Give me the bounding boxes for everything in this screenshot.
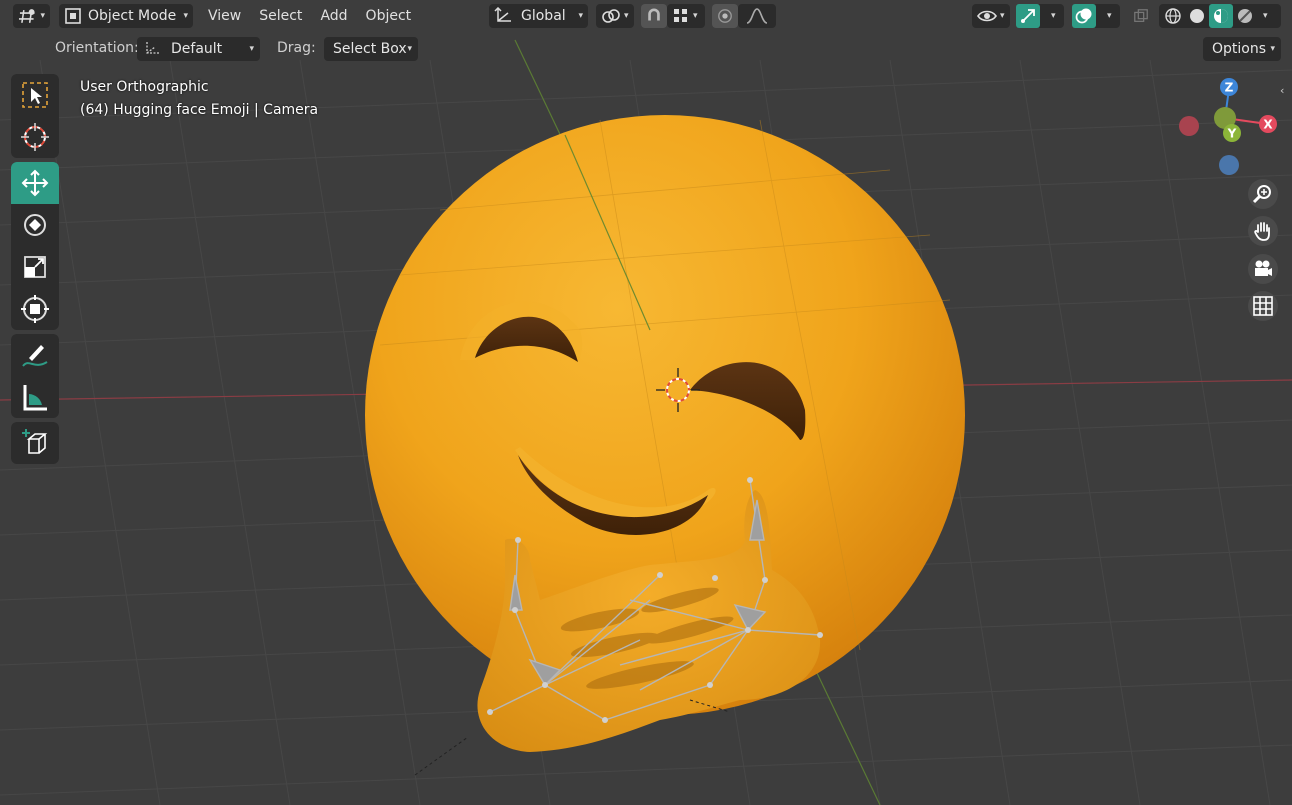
transform-tool[interactable] <box>11 288 59 330</box>
menu-select[interactable]: Select <box>250 4 311 28</box>
overlays-icon[interactable] <box>1072 4 1096 28</box>
measure-icon <box>23 385 47 411</box>
object-info: (64) Hugging face Emoji | Camera <box>80 102 319 118</box>
neg-z-axis-handle <box>1219 155 1239 175</box>
annotate-icon <box>22 345 48 367</box>
menu-add[interactable]: Add <box>311 4 356 28</box>
editor-type-icon <box>18 9 35 23</box>
scale-icon <box>24 256 46 278</box>
chevron-down-icon[interactable]: ▾ <box>1263 11 1268 21</box>
view-name: User Orthographic <box>80 79 209 95</box>
mode-selector[interactable]: Object Mode ▾ <box>59 4 193 28</box>
scale-tool[interactable] <box>11 246 59 288</box>
hand-icon <box>1254 222 1270 241</box>
move-tool[interactable] <box>11 162 59 204</box>
navigation-gizmo[interactable]: Z Y X <box>1170 75 1285 180</box>
shading-mode-group: ▾ <box>1159 4 1281 28</box>
snap-toggle[interactable] <box>641 4 667 28</box>
transform-orientation-dropdown[interactable]: Global ▾ <box>489 4 588 28</box>
solid-shading-icon[interactable] <box>1185 4 1209 28</box>
annotate-tool[interactable] <box>11 334 59 376</box>
chevron-down-icon: ▾ <box>693 11 698 21</box>
menu-object[interactable]: Object <box>357 4 421 28</box>
chevron-down-icon: ▾ <box>1270 44 1275 54</box>
select-box-tool[interactable] <box>11 74 59 116</box>
orientation-label: Orientation: <box>55 40 139 56</box>
grid-icon <box>1253 296 1273 316</box>
chevron-down-icon: ▾ <box>407 44 412 54</box>
magnet-icon <box>648 8 660 21</box>
snap-grid-icon <box>674 9 687 22</box>
orientation-axes-icon <box>146 42 159 54</box>
neg-x-axis-handle <box>1179 116 1199 136</box>
rotate-icon <box>24 214 46 236</box>
camera-icon <box>1255 260 1272 276</box>
pivot-point-dropdown[interactable]: ▾ <box>596 4 634 28</box>
editor-type-button[interactable]: ▾ <box>13 4 50 28</box>
drag-label: Drag: <box>277 40 316 56</box>
object-mode-icon <box>65 8 81 24</box>
xray-toggle[interactable] <box>1128 4 1154 28</box>
camera-view-button[interactable] <box>1248 254 1278 284</box>
mode-label: Object Mode <box>88 8 177 24</box>
chevron-down-icon[interactable]: ▾ <box>1107 11 1112 21</box>
chevron-down-icon[interactable]: ▾ <box>1051 11 1056 21</box>
cursor-tool[interactable] <box>11 116 59 158</box>
options-dropdown[interactable]: Options ▾ <box>1203 37 1281 61</box>
pivot-link-icon <box>602 9 620 23</box>
falloff-curve-icon <box>746 8 768 24</box>
chevron-down-icon: ▾ <box>249 44 254 54</box>
rotate-tool[interactable] <box>11 204 59 246</box>
menu-view[interactable]: View <box>199 4 250 28</box>
select-box-icon <box>22 82 48 108</box>
add-cube-icon <box>22 429 48 454</box>
z-axis-label: Z <box>1225 81 1234 95</box>
y-axis-label: Y <box>1227 127 1237 141</box>
measure-tool[interactable] <box>11 376 59 418</box>
drag-value: Select Box <box>333 41 407 57</box>
orientation-label: Global <box>521 8 566 24</box>
xray-icon <box>1134 9 1148 22</box>
x-axis-label: X <box>1263 118 1273 132</box>
material-preview-shading-icon[interactable] <box>1209 4 1233 28</box>
chevron-down-icon: ▾ <box>624 11 629 21</box>
proportional-editing-icon <box>718 9 732 23</box>
rendered-shading-icon[interactable] <box>1233 4 1257 28</box>
options-label: Options <box>1212 41 1267 57</box>
viewport-info: User Orthographic (64) Hugging face Emoj… <box>80 76 318 122</box>
chevron-down-icon: ▾ <box>578 11 583 21</box>
cursor-icon <box>21 123 49 151</box>
chevron-down-icon: ▾ <box>40 11 45 21</box>
toolbar <box>11 74 59 468</box>
gizmo-toggle-group: ▾ <box>1016 4 1064 28</box>
snap-target-dropdown[interactable]: ▾ <box>667 4 705 28</box>
orientation-dropdown[interactable]: Default ▾ <box>137 37 260 61</box>
object-visibility-dropdown[interactable]: ▾ <box>972 4 1010 28</box>
falloff-dropdown[interactable] <box>738 4 776 28</box>
ortho-toggle-button[interactable] <box>1248 291 1278 321</box>
chevron-down-icon: ▾ <box>183 11 188 21</box>
viewport-header: ▾ Object Mode ▾ View Select Add Object G… <box>0 0 1292 32</box>
proportional-editing-toggle[interactable] <box>712 4 738 28</box>
wireframe-shading-icon[interactable] <box>1161 4 1185 28</box>
orientation-value: Default <box>171 41 223 57</box>
chevron-down-icon: ▾ <box>1000 11 1005 21</box>
eye-icon <box>977 10 997 22</box>
transform-icon <box>21 295 49 323</box>
drag-dropdown[interactable]: Select Box ▾ <box>324 37 418 61</box>
add-cube-tool[interactable] <box>11 422 59 464</box>
tool-settings-bar: Orientation: Default ▾ Drag: Select Box … <box>0 36 1292 62</box>
zoom-button[interactable] <box>1248 179 1278 209</box>
gizmo-icon[interactable] <box>1016 4 1040 28</box>
move-icon <box>21 169 49 197</box>
orientation-axes-icon <box>494 7 511 22</box>
pan-button[interactable] <box>1248 216 1278 246</box>
zoom-icon <box>1252 185 1271 204</box>
overlay-toggle-group: ▾ <box>1072 4 1120 28</box>
